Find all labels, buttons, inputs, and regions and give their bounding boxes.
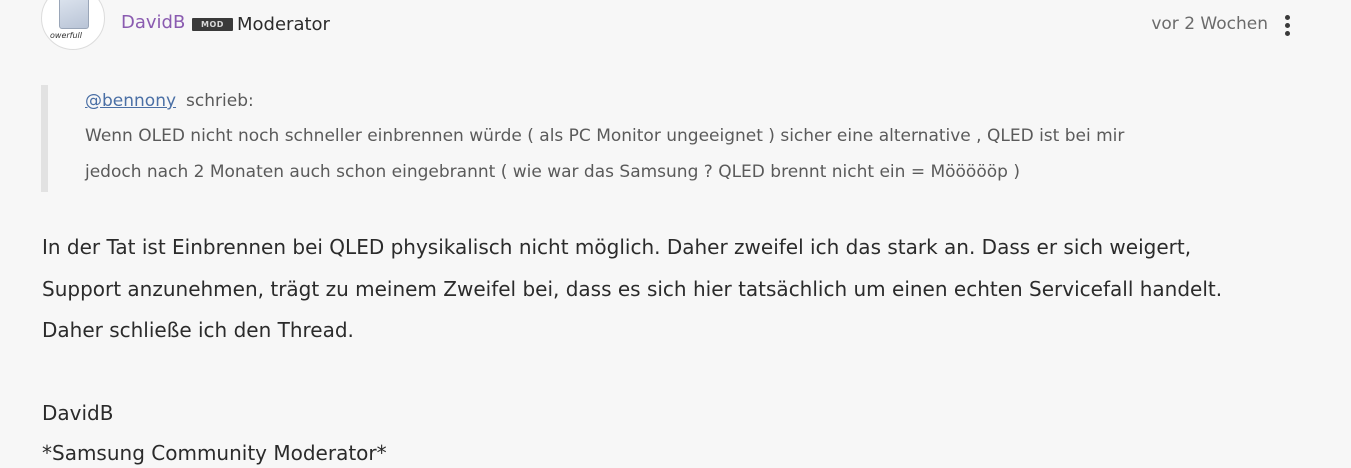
mod-badge: MOD [192, 18, 233, 31]
quote-wrote-label: schrieb: [186, 91, 254, 111]
mention-link[interactable]: @bennony [85, 91, 176, 111]
kebab-menu-icon[interactable] [1281, 14, 1293, 38]
kebab-dot [1285, 15, 1290, 20]
kebab-dot [1285, 31, 1290, 36]
author-role-label: Moderator [237, 14, 330, 35]
quote-line: Wenn OLED nicht noch schneller einbrenne… [85, 126, 1125, 146]
avatar[interactable]: owerfull [41, 0, 105, 50]
author-name-link[interactable]: DavidB [121, 12, 185, 33]
post-timestamp: vor 2 Wochen [1151, 14, 1268, 34]
quote-line: jedoch nach 2 Monaten auch schon eingebr… [85, 162, 1020, 182]
signature-name: DavidB [42, 401, 114, 425]
avatar-device-image [59, 0, 89, 29]
avatar-text: owerfull [50, 31, 82, 40]
signature-title: *Samsung Community Moderator* [42, 441, 387, 465]
post-body-line: Daher schließe ich den Thread. [42, 318, 354, 342]
kebab-dot [1285, 23, 1290, 28]
quote-header: @bennony schrieb: [85, 91, 254, 111]
post-body-line: Support anzunehmen, trägt zu meinem Zwei… [42, 277, 1223, 301]
quote-block: @bennony schrieb: Wenn OLED nicht noch sc… [41, 85, 1278, 192]
post-body-line: In der Tat ist Einbrennen bei QLED physi… [42, 235, 1192, 259]
forum-post: owerfull DavidB MOD Moderator vor 2 Woch… [0, 0, 1351, 468]
